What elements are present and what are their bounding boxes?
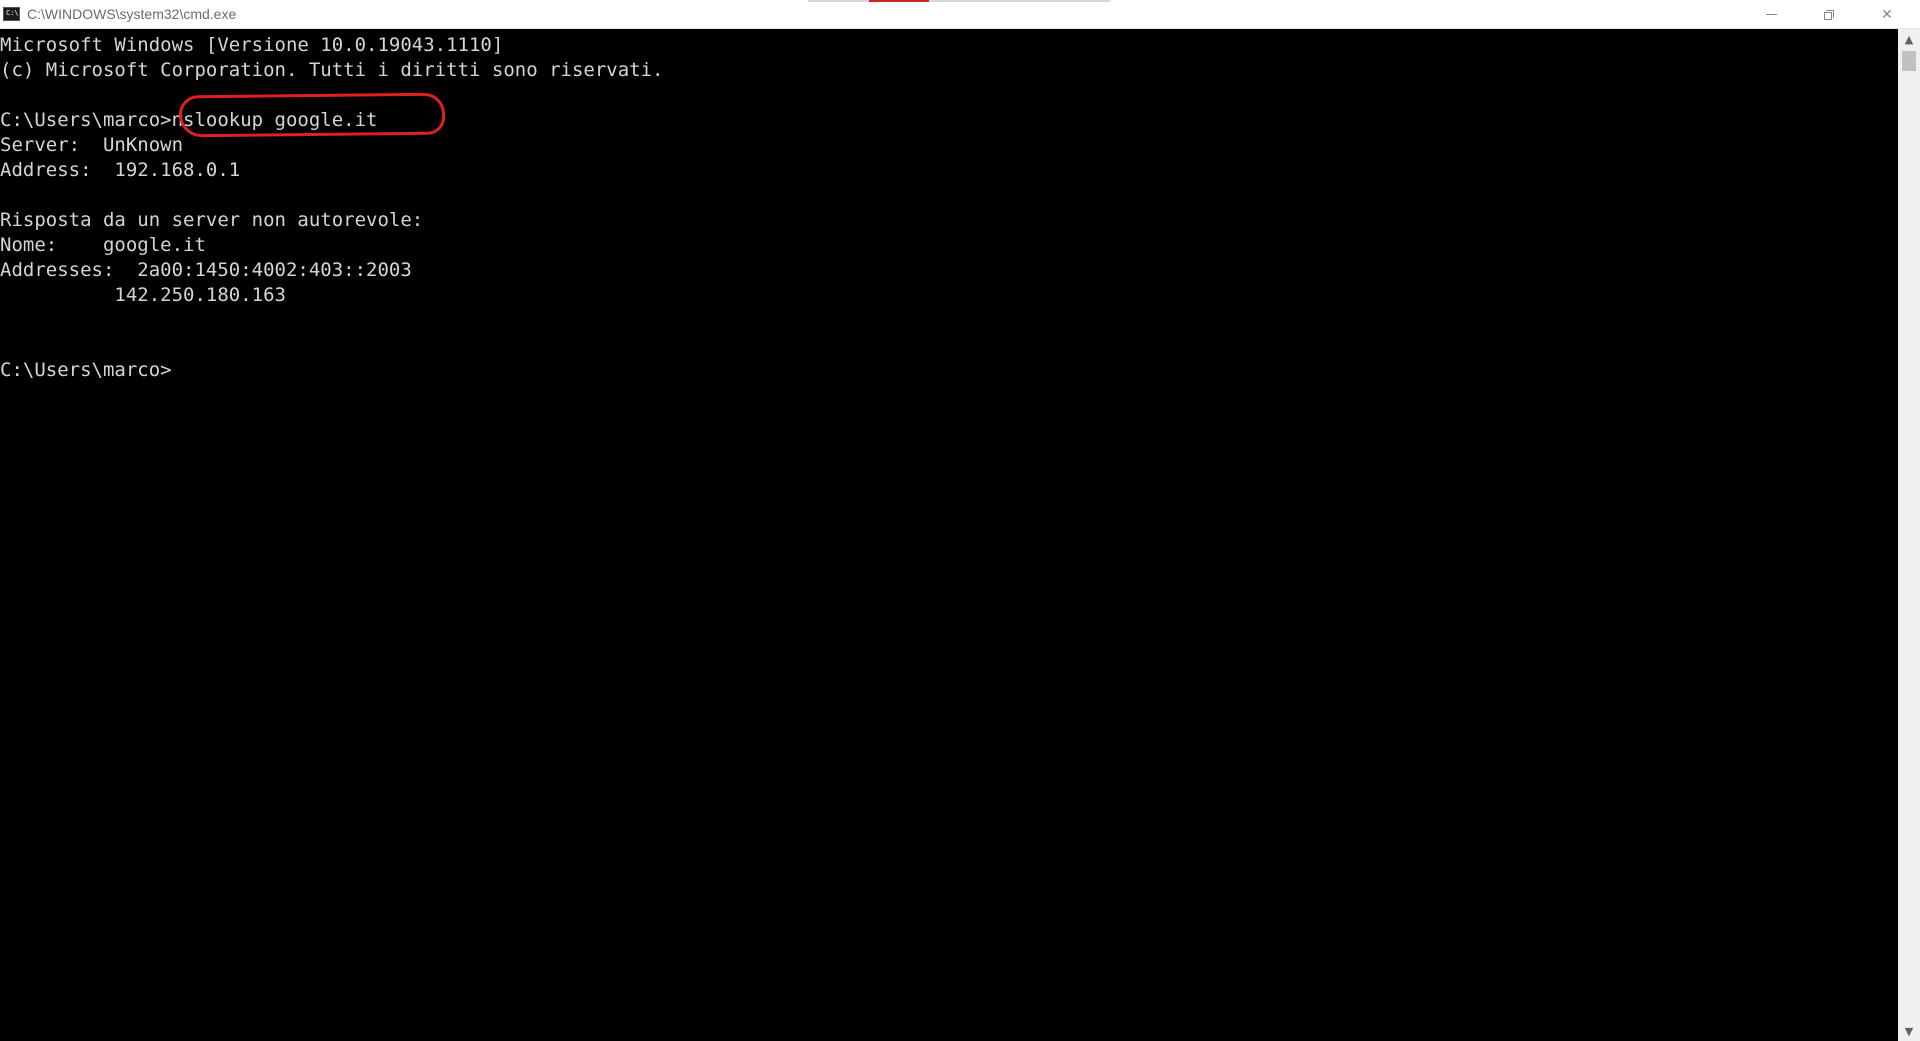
command-highlight-annotation bbox=[178, 92, 446, 138]
console-line: 142.250.180.163 bbox=[0, 284, 286, 306]
title-accent-bar bbox=[808, 0, 1110, 2]
console-line: (c) Microsoft Corporation. Tutti i dirit… bbox=[0, 59, 664, 81]
scroll-down-icon[interactable]: ▼ bbox=[1898, 1021, 1920, 1041]
minimize-icon bbox=[1765, 14, 1777, 15]
console-output[interactable]: Microsoft Windows [Versione 10.0.19043.1… bbox=[0, 29, 1898, 1041]
title-bar[interactable]: C:\ C:\WINDOWS\system32\cmd.exe ✕ bbox=[0, 0, 1920, 29]
console-line: Nome: google.it bbox=[0, 234, 206, 256]
scroll-thumb[interactable] bbox=[1902, 51, 1916, 71]
console-line: Microsoft Windows [Versione 10.0.19043.1… bbox=[0, 34, 504, 56]
restore-icon bbox=[1824, 9, 1834, 20]
cmd-icon: C:\ bbox=[3, 7, 20, 21]
title-accent-red bbox=[869, 0, 929, 2]
console-line: Address: 192.168.0.1 bbox=[0, 159, 241, 181]
close-button[interactable]: ✕ bbox=[1858, 0, 1916, 29]
scroll-up-icon[interactable]: ▲ bbox=[1898, 29, 1920, 49]
command-prompt[interactable]: C:\Users\marco> bbox=[0, 358, 172, 383]
console-line: Server: UnKnown bbox=[0, 134, 184, 156]
minimize-button[interactable] bbox=[1742, 0, 1800, 29]
cmd-icon-label: C:\ bbox=[6, 9, 19, 17]
close-icon: ✕ bbox=[1881, 6, 1893, 23]
console-line: Addresses: 2a00:1450:4002:403::2003 bbox=[0, 259, 412, 281]
maximize-button[interactable] bbox=[1800, 0, 1858, 29]
window-title: C:\WINDOWS\system32\cmd.exe bbox=[27, 6, 237, 22]
cmd-window: C:\ C:\WINDOWS\system32\cmd.exe ✕ Micros… bbox=[0, 0, 1920, 1041]
vertical-scrollbar[interactable]: ▲ ▼ bbox=[1898, 29, 1920, 1041]
console-line: Risposta da un server non autorevole: bbox=[0, 209, 424, 231]
